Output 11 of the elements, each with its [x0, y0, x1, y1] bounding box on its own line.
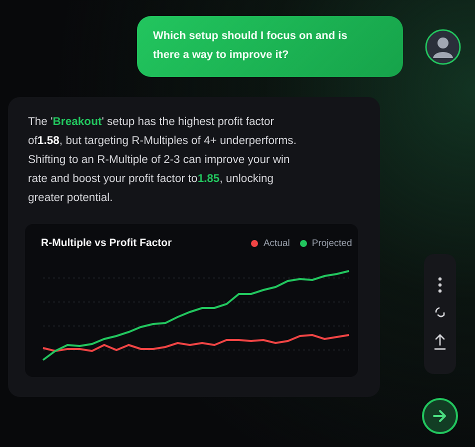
send-button[interactable]: [422, 398, 458, 434]
arrow-right-icon: [433, 409, 447, 423]
chart-title: R-Multiple vs Profit Factor: [41, 237, 172, 249]
legend-label: Actual: [263, 238, 290, 248]
user-message: Which setup should I focus on and is there a way to improve it?: [137, 16, 403, 77]
upload-icon[interactable]: [434, 333, 446, 351]
user-avatar-icon: [425, 28, 461, 64]
legend-label: Projected: [312, 238, 352, 248]
refresh-icon[interactable]: [434, 307, 446, 319]
answer-text: The 'Breakout' setup has the highest profit factor of1.58, but targeting R-Multiples of 4+ underperforms. Shifting to an R-Multiple of 2-3 can improve your win rate and boost your profit factor to1.85, unlocking greater potential.: [28, 115, 298, 206]
more-icon[interactable]: [438, 277, 442, 293]
